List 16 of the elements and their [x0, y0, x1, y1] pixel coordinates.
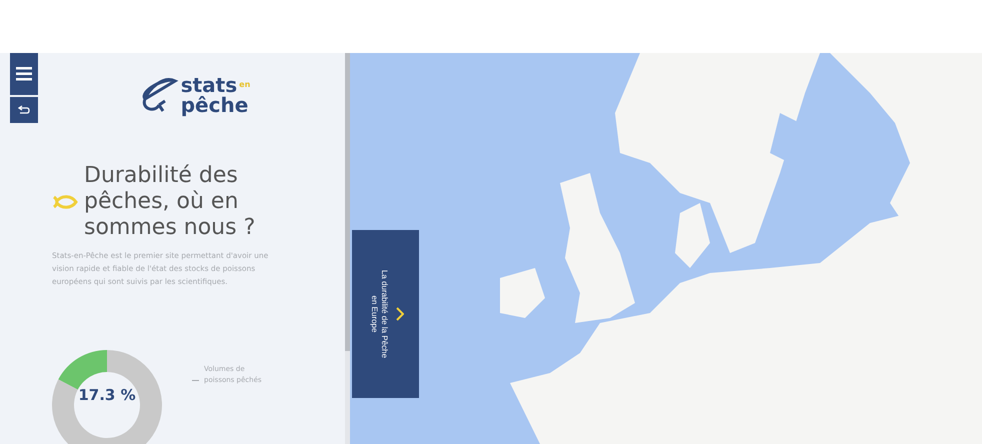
map-drawing[interactable] [350, 53, 982, 444]
scrollbar-thumb[interactable] [345, 53, 350, 351]
tab-label: La durabilité de la Pêche en Europe [368, 269, 388, 359]
chevron-right-icon [396, 307, 404, 321]
page-title: Durabilité des pêches, où en sommes nous ? [84, 163, 256, 241]
back-button[interactable] [10, 97, 38, 123]
menu-button[interactable] [10, 53, 38, 95]
logo-text: stats [180, 75, 238, 95]
logo-text: en [239, 81, 250, 89]
side-panel-tab[interactable]: La durabilité de la Pêche en Europe [352, 230, 419, 398]
fish-icon [52, 195, 78, 209]
legend-line [192, 380, 199, 381]
return-arrow-icon [18, 105, 30, 115]
percentage-label: 17.3 % [77, 386, 137, 404]
menu-icon [16, 67, 32, 81]
logo-text: pêche [180, 95, 250, 115]
